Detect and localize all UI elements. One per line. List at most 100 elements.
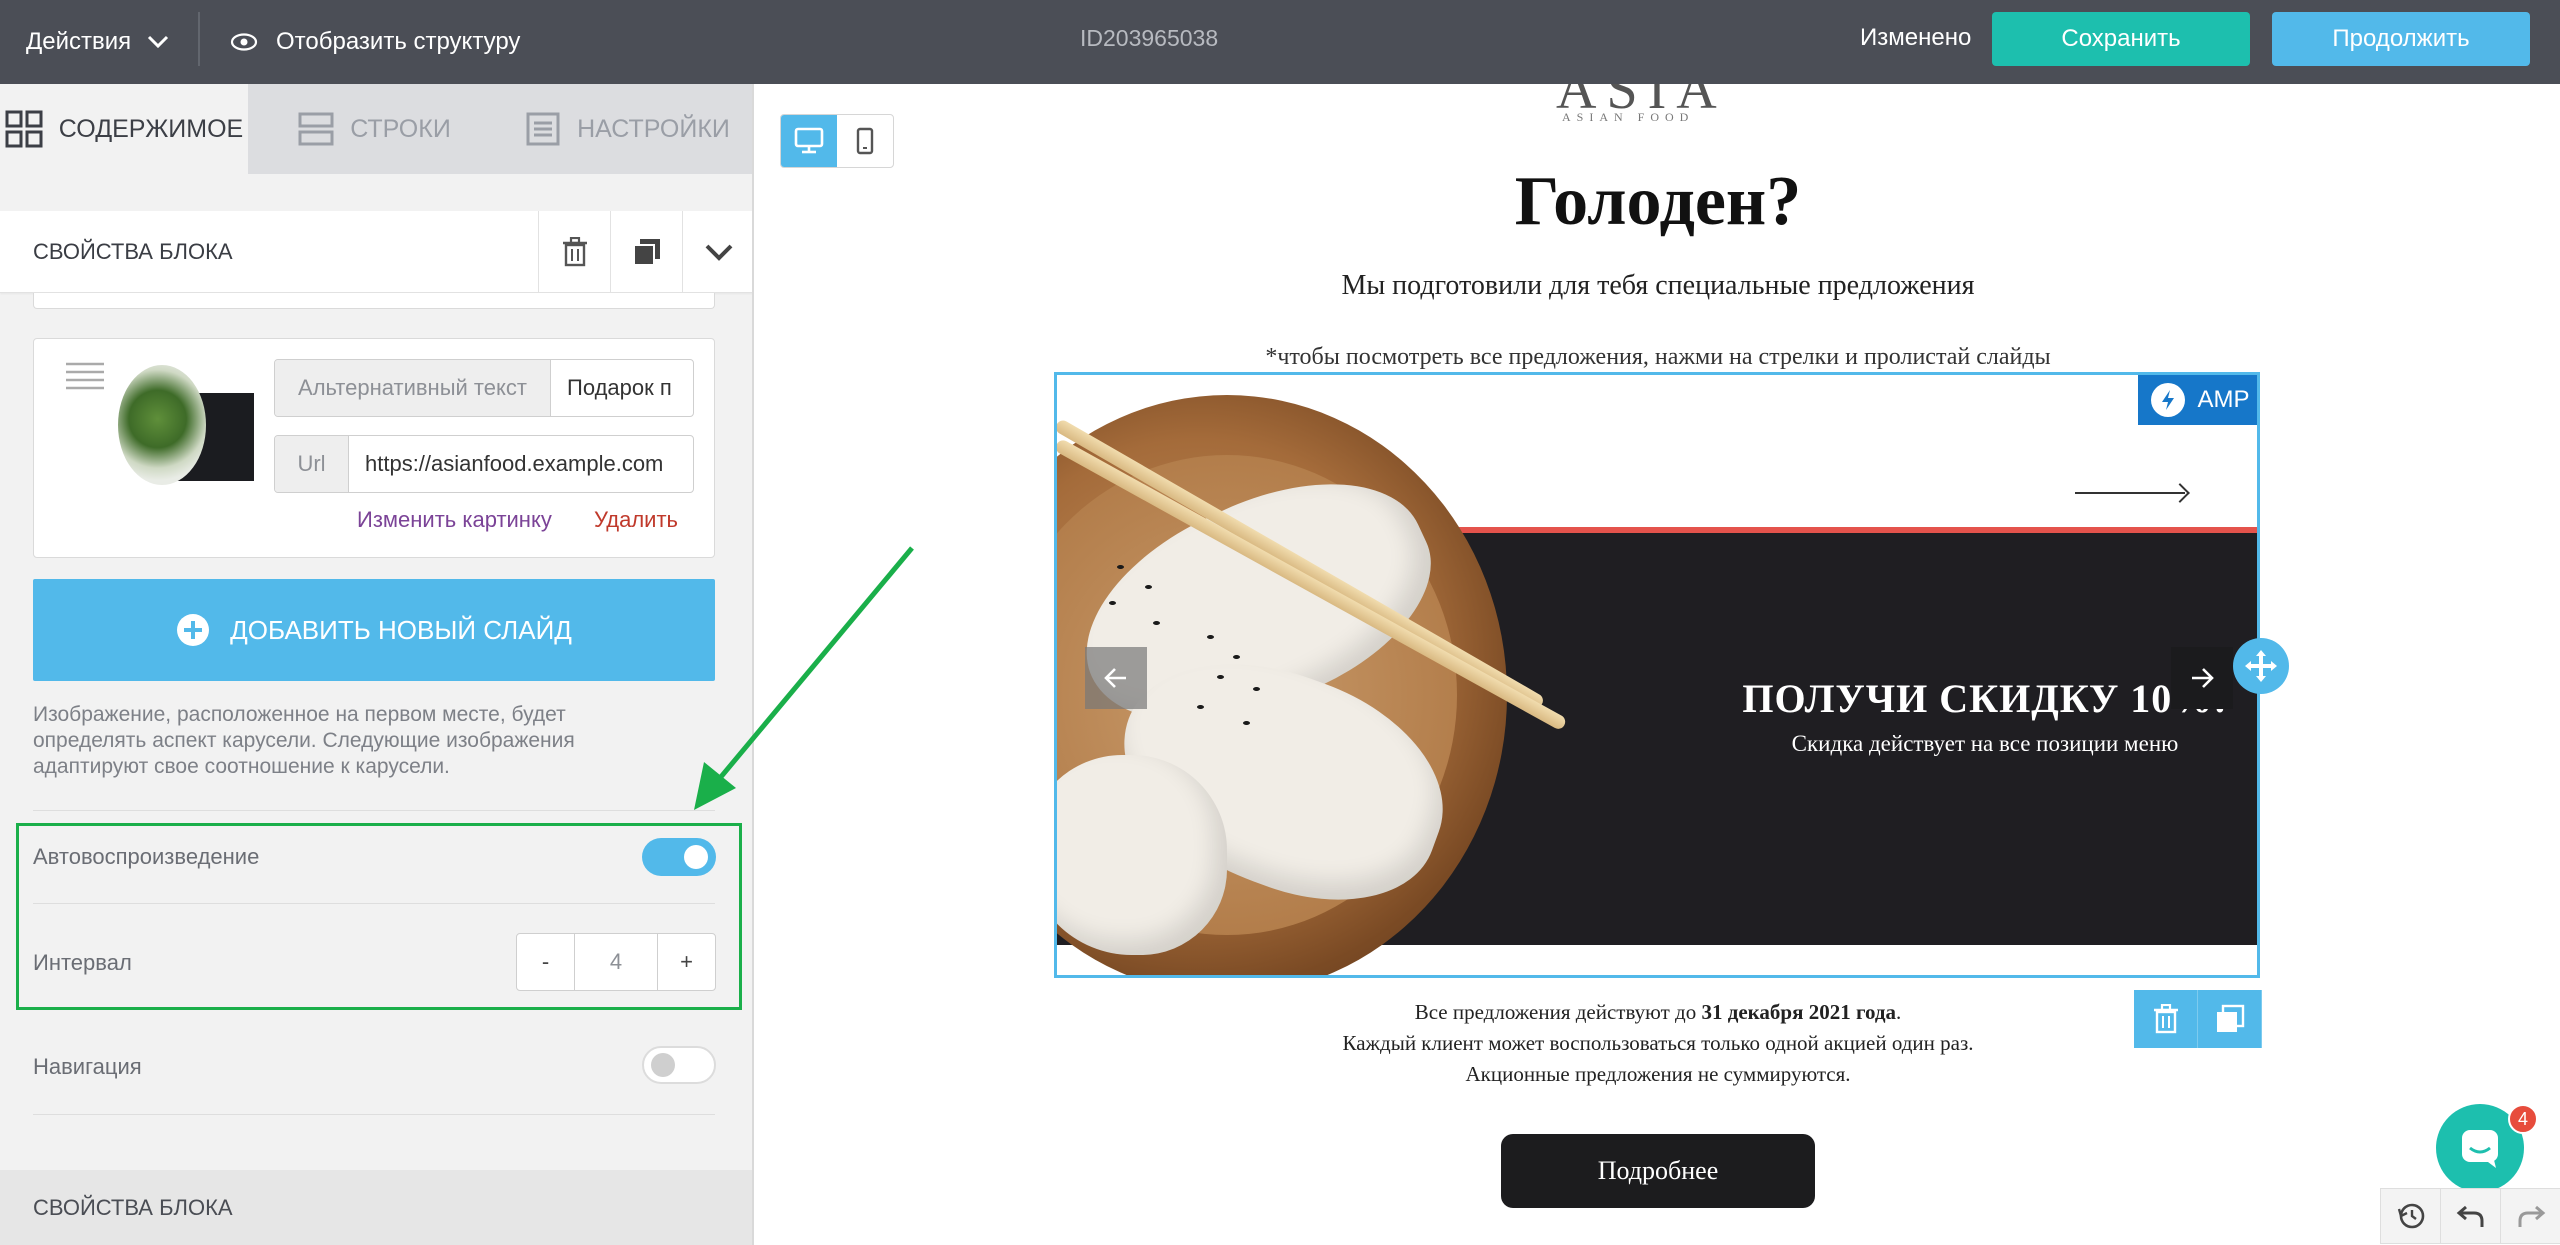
add-slide-label: ДОБАВИТЬ НОВЫЙ СЛАЙД xyxy=(230,614,572,645)
undo-icon xyxy=(2456,1205,2483,1227)
arrow-right-icon xyxy=(2192,668,2214,688)
brand-logo-subtitle: ASIAN FOOD xyxy=(1562,110,1695,124)
interval-decrement-button[interactable]: - xyxy=(517,934,575,990)
dumpling-image xyxy=(1057,755,1227,955)
delete-slide-link[interactable]: Удалить xyxy=(594,507,678,533)
sesame-seed xyxy=(1109,601,1116,605)
email-title: Голоден? xyxy=(1514,163,1802,240)
actions-label: Действия xyxy=(26,28,132,55)
carousel-next-button[interactable] xyxy=(2171,647,2233,709)
redo-button[interactable] xyxy=(2501,1189,2560,1243)
sesame-seed xyxy=(1243,721,1250,725)
long-arrow-icon xyxy=(2075,492,2185,494)
continue-button[interactable]: Продолжить xyxy=(2272,12,2530,66)
add-slide-button[interactable]: ДОБАВИТЬ НОВЫЙ СЛАЙД xyxy=(33,579,715,681)
autoplay-toggle[interactable] xyxy=(642,838,716,876)
slide-item: Альтернативный текст Подарок п Url https… xyxy=(33,338,715,558)
drag-handle-icon[interactable] xyxy=(64,361,106,391)
save-status: Изменено xyxy=(1860,24,1972,51)
navigation-label: Навигация xyxy=(33,1054,142,1079)
carousel-prev-button[interactable] xyxy=(1085,647,1147,709)
tab-content[interactable]: СОДЕРЖИМОЕ xyxy=(0,84,248,174)
undo-button[interactable] xyxy=(2441,1189,2501,1243)
delete-block-button[interactable] xyxy=(538,211,610,293)
url-field[interactable]: Url https://asianfood.example.com xyxy=(274,435,694,493)
panel-tabs: СОДЕРЖИМОЕ СТРОКИ НАСТРОЙКИ xyxy=(0,84,752,174)
save-button[interactable]: Сохранить xyxy=(1992,12,2250,66)
divider xyxy=(33,903,715,904)
change-image-link[interactable]: Изменить картинку xyxy=(357,507,552,533)
divider xyxy=(33,1114,715,1115)
divider xyxy=(33,810,715,811)
desktop-icon xyxy=(794,127,824,154)
footer-line-1: Все предложения действуют до 31 декабря … xyxy=(756,1000,2560,1025)
tab-content-label: СОДЕРЖИМОЕ xyxy=(58,114,244,143)
actions-menu[interactable]: Действия xyxy=(26,0,169,84)
tab-rows[interactable]: СТРОКИ xyxy=(248,84,501,174)
sesame-seed xyxy=(1145,585,1152,589)
show-structure-label: Отобразить структуру xyxy=(276,28,521,55)
plus-circle-icon xyxy=(177,614,210,646)
interval-label: Интервал xyxy=(33,950,132,975)
block-properties-title: СВОЙСТВА БЛОКА xyxy=(33,239,233,264)
navigation-toggle[interactable] xyxy=(642,1046,716,1084)
sesame-seed xyxy=(1207,635,1214,639)
amp-label: AMP xyxy=(2197,386,2250,413)
block-properties-footer-title: СВОЙСТВА БЛОКА xyxy=(33,1195,233,1220)
mobile-view-button[interactable] xyxy=(837,115,893,167)
duplicate-block-button[interactable] xyxy=(610,211,682,293)
toggle-knob xyxy=(651,1053,675,1077)
history-icon xyxy=(2397,1203,2424,1229)
footer-prefix: Все предложения действуют до xyxy=(1414,1000,1702,1024)
footer-suffix: . xyxy=(1896,1000,1902,1024)
chevron-down-icon xyxy=(148,35,169,49)
tab-settings-label: НАСТРОЙКИ xyxy=(577,114,730,143)
collapse-button[interactable] xyxy=(682,211,752,293)
footer-date: 31 декабря 2021 года xyxy=(1701,1000,1897,1024)
lightning-icon xyxy=(2151,383,2186,417)
block-properties-footer[interactable]: СВОЙСТВА БЛОКА xyxy=(0,1170,752,1245)
amp-badge: AMP xyxy=(2138,375,2257,425)
slide-thumbnail xyxy=(118,359,254,489)
move-handle[interactable] xyxy=(2233,638,2289,694)
left-panel: СОДЕРЖИМОЕ СТРОКИ НАСТРОЙКИ СВОЙСТВА БЛО… xyxy=(0,84,754,1245)
desktop-view-button[interactable] xyxy=(781,115,837,167)
alt-text-input[interactable]: Подарок п xyxy=(551,360,693,416)
duplicate-icon xyxy=(632,239,660,266)
email-note: *чтобы посмотреть все предложения, нажми… xyxy=(1265,344,2051,370)
chat-icon xyxy=(2462,1130,2498,1168)
interval-increment-button[interactable]: + xyxy=(657,934,715,990)
document-id: ID203965038 xyxy=(1080,25,1219,51)
interval-value[interactable]: 4 xyxy=(575,934,657,990)
chat-notification-badge: 4 xyxy=(2508,1104,2538,1134)
interval-stepper[interactable]: - 4 + xyxy=(516,933,716,991)
alt-text-field[interactable]: Альтернативный текст Подарок п xyxy=(274,359,694,417)
previous-slide-card xyxy=(33,293,715,309)
alt-text-label: Альтернативный текст xyxy=(275,360,551,416)
url-label: Url xyxy=(275,436,349,492)
history-button[interactable] xyxy=(2381,1189,2441,1243)
chevron-down-icon xyxy=(705,244,732,261)
url-input[interactable]: https://asianfood.example.com xyxy=(349,436,693,492)
sesame-seed xyxy=(1253,687,1260,691)
sesame-seed xyxy=(1197,705,1204,709)
eye-icon xyxy=(230,33,258,51)
redo-icon xyxy=(2518,1205,2545,1227)
arrow-left-icon xyxy=(1104,668,1126,688)
settings-doc-icon xyxy=(526,112,560,146)
email-canvas: ASIA ASIAN FOOD Голоден? Мы подготовили … xyxy=(756,84,2560,1245)
history-controls xyxy=(2380,1188,2560,1244)
mobile-icon xyxy=(856,127,874,155)
sesame-seed xyxy=(1117,565,1124,569)
carousel-hint: Изображение, расположенное на первом мес… xyxy=(33,703,575,778)
autoplay-label: Автовоспроизведение xyxy=(33,844,260,869)
divider xyxy=(198,12,200,66)
sesame-seed xyxy=(1153,621,1160,625)
carousel-block[interactable]: ПОЛУЧИ СКИДКУ 10%! Скидка действует на в… xyxy=(1054,372,2260,978)
tab-rows-label: СТРОКИ xyxy=(350,114,451,143)
annotation-arrow xyxy=(694,546,914,810)
more-button[interactable]: Подробнее xyxy=(1501,1134,1815,1208)
rows-icon xyxy=(298,112,334,146)
tab-settings[interactable]: НАСТРОЙКИ xyxy=(501,84,752,174)
show-structure-button[interactable]: Отобразить структуру xyxy=(230,0,520,84)
